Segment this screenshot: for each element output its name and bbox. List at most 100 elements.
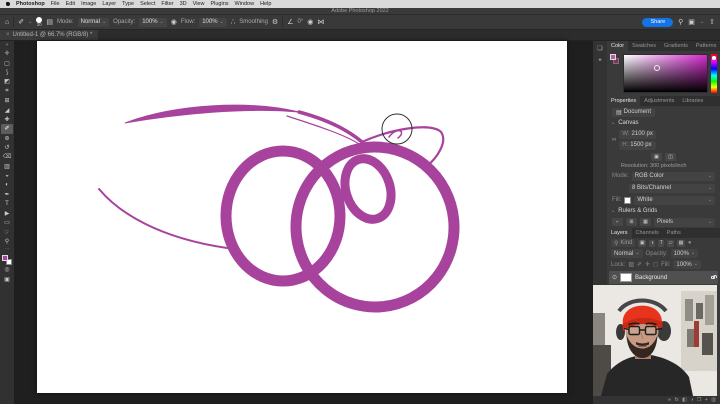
flow-select[interactable]: 100% ⌄: [199, 17, 227, 27]
filter-type-layers-icon[interactable]: T: [658, 239, 665, 247]
menu-window[interactable]: Window: [235, 1, 255, 7]
export-icon[interactable]: ⇧: [709, 19, 715, 26]
tool-smudge[interactable]: ◒: [1, 171, 13, 180]
menu-file[interactable]: File: [51, 1, 60, 7]
workspace-switcher-icon[interactable]: ▣: [688, 19, 695, 26]
layer-fill-select[interactable]: 100% ⌄: [673, 260, 701, 269]
color-picker-ring[interactable]: [653, 64, 660, 71]
canvas[interactable]: [37, 41, 567, 393]
tab-color[interactable]: Color: [607, 41, 629, 51]
tool-zoom[interactable]: ⚲: [1, 237, 13, 246]
tab-layers[interactable]: Layers: [607, 228, 632, 238]
crop-canvas-button[interactable]: ▣: [651, 152, 662, 161]
tab-adjustments[interactable]: Adjustments: [640, 96, 678, 106]
rulers-toggle-button[interactable]: ⌐: [612, 218, 623, 226]
layer-blend-mode-select[interactable]: Normal ⌄: [611, 249, 643, 258]
new-layer-icon[interactable]: +: [705, 397, 708, 403]
search-icon[interactable]: ⚲: [678, 19, 683, 26]
lock-pixels-icon[interactable]: ✐: [637, 261, 642, 268]
new-group-icon[interactable]: ❐: [697, 397, 701, 403]
screen-mode-button[interactable]: ▣: [1, 275, 13, 284]
comment-icon[interactable]: ❝: [598, 58, 601, 65]
panel-foreground-swatch[interactable]: [610, 54, 616, 60]
tab-properties[interactable]: Properties: [607, 96, 641, 106]
link-dimensions-icon[interactable]: ∞: [612, 137, 616, 143]
tool-brush[interactable]: ✐: [1, 124, 13, 134]
tool-dodge[interactable]: ◐: [1, 180, 13, 189]
lock-position-icon[interactable]: ✛: [645, 261, 650, 268]
layer-style-fx-icon[interactable]: fx: [675, 397, 679, 403]
tool-rectangle[interactable]: ▭: [1, 218, 13, 227]
hue-slider-handle[interactable]: [712, 56, 716, 60]
rulers-grids-section-header[interactable]: ⌄ Rulers & Grids: [607, 206, 720, 216]
canvas-section-header[interactable]: ⌄ Canvas: [607, 118, 720, 128]
tab-swatches[interactable]: Swatches: [628, 41, 660, 51]
brush-tool-icon[interactable]: ✐: [18, 19, 24, 26]
toolbar-expand-icon[interactable]: »: [6, 42, 9, 49]
menu-edit[interactable]: Edit: [66, 1, 75, 7]
menu-image[interactable]: Image: [81, 1, 96, 7]
collapse-panels-icon[interactable]: ❏: [597, 45, 602, 52]
layer-row-background[interactable]: ⊙ Background: [609, 271, 718, 284]
layer-mask-icon[interactable]: ◧: [682, 397, 687, 403]
tool-hand[interactable]: ☞: [1, 227, 13, 236]
close-icon[interactable]: ×: [6, 32, 10, 38]
tool-frame[interactable]: ⊞: [1, 96, 13, 105]
color-swatch-pair[interactable]: [2, 255, 12, 266]
fill-color-swatch[interactable]: [624, 196, 632, 204]
tab-paths[interactable]: Paths: [663, 228, 685, 238]
chevron-down-icon[interactable]: ⌄: [700, 19, 704, 25]
canvas-height-field[interactable]: H: 1500 px: [619, 140, 656, 150]
tool-eraser[interactable]: ⌫: [1, 152, 13, 161]
delete-layer-icon[interactable]: ▥: [711, 397, 716, 403]
menu-layer[interactable]: Layer: [102, 1, 116, 7]
tool-rectangular-marquee[interactable]: ▢: [1, 58, 13, 67]
layer-thumbnail[interactable]: [620, 273, 633, 282]
tool-path-selection[interactable]: ▶: [1, 209, 13, 218]
tool-history-brush[interactable]: ↺: [1, 143, 13, 152]
tool-type[interactable]: T: [1, 199, 13, 208]
menu-type[interactable]: Type: [122, 1, 134, 7]
layer-opacity-select[interactable]: 100% ⌄: [670, 249, 699, 258]
menu-3d[interactable]: 3D: [180, 1, 187, 7]
grid-toggle-button[interactable]: ⊞: [626, 218, 637, 226]
filter-toggle-icon[interactable]: ●: [688, 240, 692, 246]
brush-angle-icon[interactable]: ∠: [287, 19, 293, 26]
lock-transparency-icon[interactable]: ▨: [628, 261, 634, 268]
units-select[interactable]: Pixels ⌄: [654, 217, 715, 227]
menu-select[interactable]: Select: [140, 1, 155, 7]
panel-color-swatch-pair[interactable]: [610, 54, 620, 66]
tool-healing-brush[interactable]: ✚: [1, 115, 13, 124]
pressure-size-icon[interactable]: ◉: [307, 19, 313, 26]
tool-move[interactable]: ✛: [1, 49, 13, 58]
opacity-select[interactable]: 100% ⌄: [139, 17, 167, 27]
bit-depth-select[interactable]: 8 Bits/Channel ⌄: [629, 183, 715, 193]
tool-gradient[interactable]: ▥: [1, 162, 13, 171]
quick-mask-button[interactable]: ◎: [1, 265, 13, 274]
blend-mode-select[interactable]: Normal ⌄: [77, 17, 110, 27]
adjustment-layer-icon[interactable]: ◑: [690, 397, 693, 403]
symmetry-icon[interactable]: ⋈: [317, 19, 324, 26]
share-button[interactable]: Share: [642, 17, 674, 27]
brush-preset-picker[interactable]: 30: [36, 16, 43, 28]
link-layers-icon[interactable]: ∞: [668, 397, 672, 403]
trim-canvas-button[interactable]: ◫: [665, 152, 676, 161]
pressure-opacity-icon[interactable]: ◉: [171, 19, 177, 26]
menu-photoshop[interactable]: Photoshop: [16, 1, 45, 7]
filter-smart-objects-icon[interactable]: ▦: [677, 239, 685, 247]
lock-all-icon[interactable]: ◻: [653, 261, 658, 268]
guides-toggle-button[interactable]: ▦: [640, 218, 651, 226]
home-icon[interactable]: ⌂: [5, 19, 9, 26]
tool-lasso[interactable]: ⟆: [1, 68, 13, 77]
layer-visibility-eye-icon[interactable]: ⊙: [612, 274, 617, 281]
saturation-brightness-picker[interactable]: [623, 54, 708, 93]
tool-object-selection[interactable]: ◩: [1, 77, 13, 86]
tool-crop[interactable]: ⌗: [1, 87, 13, 96]
filter-shape-layers-icon[interactable]: ▱: [667, 239, 675, 247]
filter-adjustment-layers-icon[interactable]: ◑: [649, 239, 656, 247]
tab-channels[interactable]: Channels: [632, 228, 663, 238]
tool-pen[interactable]: ✒: [1, 190, 13, 199]
tab-gradients[interactable]: Gradients: [660, 41, 692, 51]
smoothing-gear-icon[interactable]: ⚙: [272, 19, 278, 26]
menu-plugins[interactable]: Plugins: [210, 1, 228, 7]
